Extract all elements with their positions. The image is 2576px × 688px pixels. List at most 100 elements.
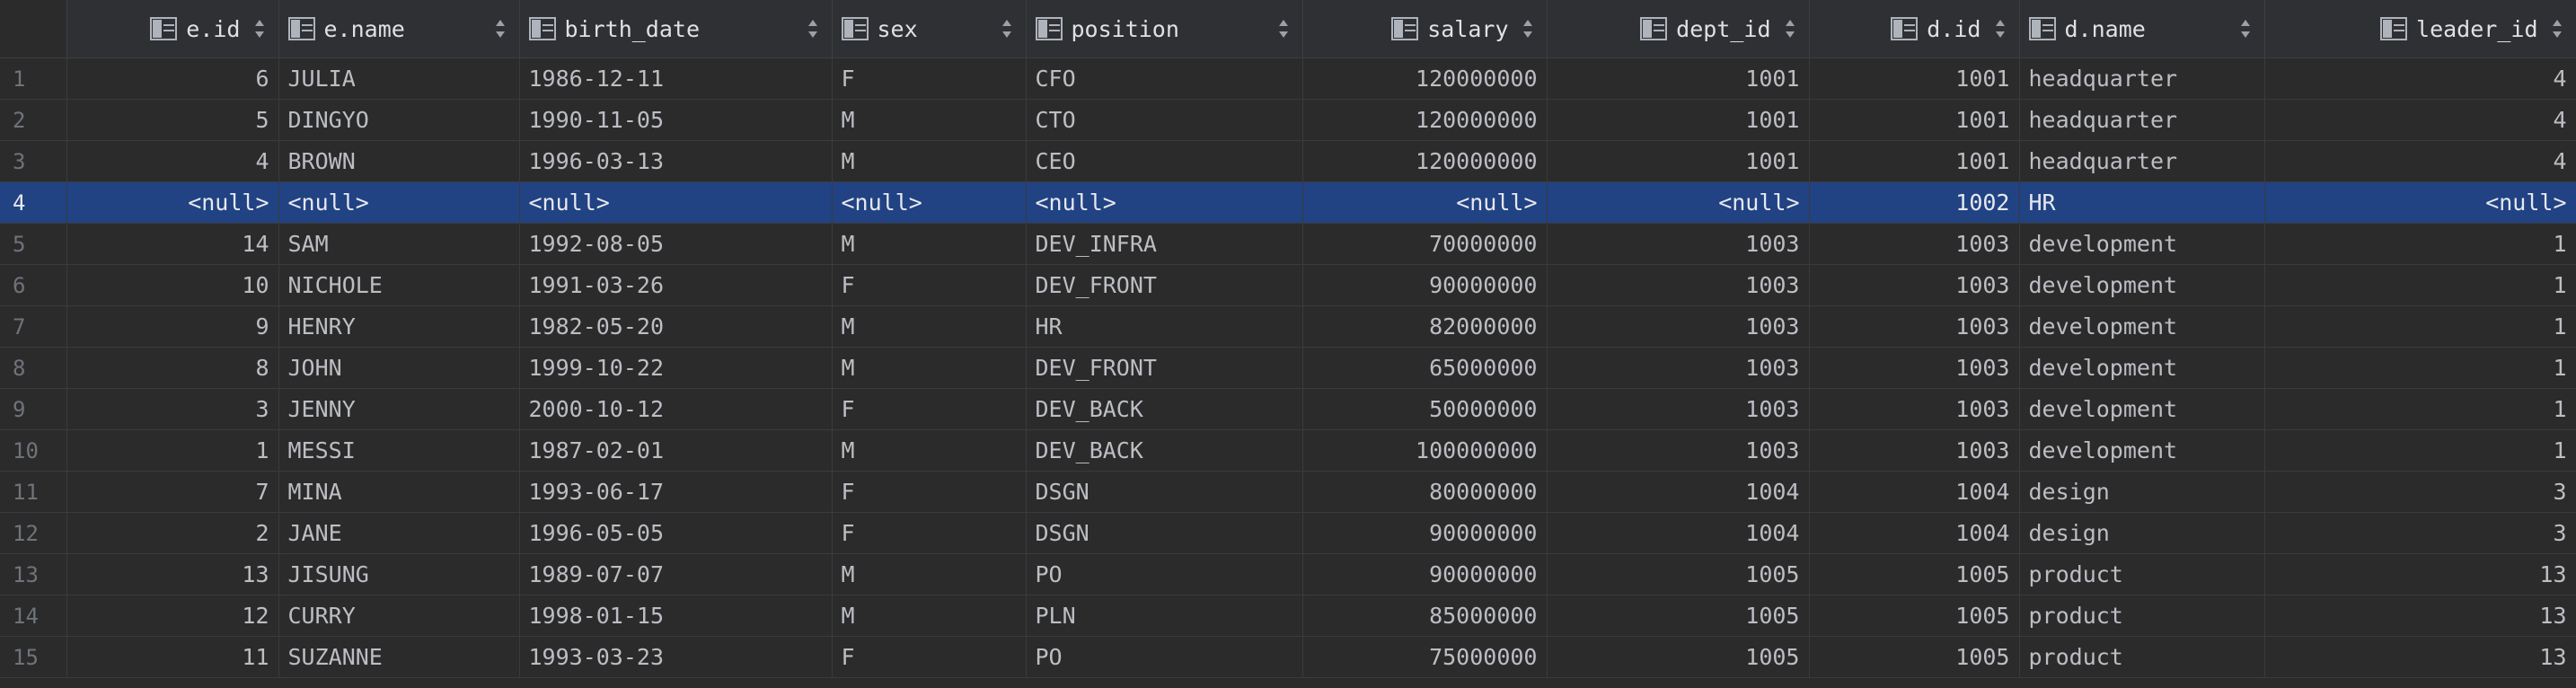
- cell-position[interactable]: DEV_BACK: [1026, 429, 1303, 472]
- cell-salary[interactable]: 75000000: [1302, 636, 1548, 678]
- table-row[interactable]: 5 14 SAM 1992-08-05 M DEV_INFRA 70000000 1003 10…: [0, 223, 2576, 265]
- cell-e-id[interactable]: 6: [66, 57, 279, 100]
- cell-birth-date[interactable]: 1999-10-22: [519, 347, 833, 389]
- cell-d-id[interactable]: 1003: [1809, 347, 2020, 389]
- cell-sex[interactable]: F: [832, 512, 1027, 554]
- cell-e-name[interactable]: HENRY: [278, 305, 520, 348]
- cell-sex[interactable]: F: [832, 636, 1027, 678]
- cell-position[interactable]: DEV_FRONT: [1026, 264, 1303, 306]
- row-number[interactable]: 12: [0, 512, 67, 554]
- sort-arrows-icon[interactable]: [1994, 18, 2007, 40]
- cell-salary[interactable]: 65000000: [1302, 347, 1548, 389]
- cell-dept-id[interactable]: <null>: [1547, 181, 1810, 224]
- cell-e-name[interactable]: JOHN: [278, 347, 520, 389]
- cell-e-id[interactable]: 13: [66, 553, 279, 595]
- cell-dept-id[interactable]: 1001: [1547, 57, 1810, 100]
- cell-position[interactable]: DEV_BACK: [1026, 388, 1303, 430]
- cell-salary[interactable]: 85000000: [1302, 595, 1548, 637]
- cell-leader-id[interactable]: 13: [2264, 595, 2576, 637]
- cell-salary[interactable]: <null>: [1302, 181, 1548, 224]
- cell-e-id[interactable]: 11: [66, 636, 279, 678]
- cell-sex[interactable]: M: [832, 140, 1027, 182]
- cell-e-name[interactable]: JANE: [278, 512, 520, 554]
- table-row[interactable]: 6 10 NICHOLE 1991-03-26 F DEV_FRONT 90000000 10…: [0, 264, 2576, 306]
- cell-d-name[interactable]: headquarter: [2019, 99, 2265, 141]
- column-header-e-id[interactable]: e.id: [66, 0, 279, 58]
- table-row[interactable]: 7 9 HENRY 1982-05-20 M HR 82000000 1003 1003 deve…: [0, 305, 2576, 348]
- cell-e-id[interactable]: 10: [66, 264, 279, 306]
- cell-sex[interactable]: F: [832, 388, 1027, 430]
- cell-salary[interactable]: 120000000: [1302, 99, 1548, 141]
- cell-birth-date[interactable]: 1996-03-13: [519, 140, 833, 182]
- cell-d-id[interactable]: 1003: [1809, 264, 2020, 306]
- table-row[interactable]: 3 4 BROWN 1996-03-13 M CEO 120000000 1001 1001 he…: [0, 140, 2576, 182]
- cell-e-id[interactable]: <null>: [66, 181, 279, 224]
- cell-salary[interactable]: 120000000: [1302, 140, 1548, 182]
- column-header-salary[interactable]: salary: [1302, 0, 1548, 58]
- cell-leader-id[interactable]: 4: [2264, 140, 2576, 182]
- cell-e-id[interactable]: 8: [66, 347, 279, 389]
- cell-d-name[interactable]: development: [2019, 264, 2265, 306]
- cell-e-name[interactable]: JULIA: [278, 57, 520, 100]
- cell-d-name[interactable]: development: [2019, 388, 2265, 430]
- cell-dept-id[interactable]: 1001: [1547, 140, 1810, 182]
- cell-leader-id[interactable]: 13: [2264, 636, 2576, 678]
- cell-birth-date[interactable]: 1982-05-20: [519, 305, 833, 348]
- table-row[interactable]: 15 11 SUZANNE 1993-03-23 F PO 75000000 1005 1005…: [0, 636, 2576, 678]
- cell-leader-id[interactable]: 1: [2264, 429, 2576, 472]
- cell-d-id[interactable]: 1005: [1809, 553, 2020, 595]
- table-row[interactable]: 12 2 JANE 1996-05-05 F DSGN 90000000 1004 1004 de…: [0, 512, 2576, 554]
- row-number[interactable]: 10: [0, 429, 67, 472]
- cell-birth-date[interactable]: 2000-10-12: [519, 388, 833, 430]
- cell-sex[interactable]: M: [832, 99, 1027, 141]
- table-row[interactable]: 2 5 DINGYO 1990-11-05 M CTO 120000000 1001 1001 h…: [0, 99, 2576, 141]
- table-row[interactable]: 11 7 MINA 1993-06-17 F DSGN 80000000 1004 1004 de…: [0, 471, 2576, 513]
- cell-position[interactable]: CEO: [1026, 140, 1303, 182]
- cell-leader-id[interactable]: <null>: [2264, 181, 2576, 224]
- cell-sex[interactable]: M: [832, 305, 1027, 348]
- cell-d-name[interactable]: product: [2019, 636, 2265, 678]
- cell-sex[interactable]: M: [832, 347, 1027, 389]
- sort-arrows-icon[interactable]: [1784, 18, 1796, 40]
- cell-sex[interactable]: F: [832, 57, 1027, 100]
- cell-d-id[interactable]: 1001: [1809, 99, 2020, 141]
- column-header-leader-id[interactable]: leader_id: [2264, 0, 2576, 58]
- sort-arrows-icon[interactable]: [807, 18, 819, 40]
- cell-e-name[interactable]: CURRY: [278, 595, 520, 637]
- cell-position[interactable]: CFO: [1026, 57, 1303, 100]
- column-header-birth-date[interactable]: birth_date: [519, 0, 833, 58]
- cell-d-name[interactable]: design: [2019, 512, 2265, 554]
- cell-d-name[interactable]: development: [2019, 223, 2265, 265]
- cell-d-name[interactable]: development: [2019, 429, 2265, 472]
- cell-e-id[interactable]: 14: [66, 223, 279, 265]
- sort-arrows-icon[interactable]: [494, 18, 507, 40]
- row-number[interactable]: 9: [0, 388, 67, 430]
- row-number[interactable]: 11: [0, 471, 67, 513]
- cell-e-id[interactable]: 2: [66, 512, 279, 554]
- table-row[interactable]: 14 12 CURRY 1998-01-15 M PLN 85000000 1005 1005 p…: [0, 595, 2576, 637]
- cell-dept-id[interactable]: 1001: [1547, 99, 1810, 141]
- cell-d-name[interactable]: product: [2019, 553, 2265, 595]
- cell-d-name[interactable]: development: [2019, 305, 2265, 348]
- row-number[interactable]: 4: [0, 181, 67, 224]
- cell-dept-id[interactable]: 1003: [1547, 264, 1810, 306]
- column-header-e-name[interactable]: e.name: [278, 0, 520, 58]
- cell-birth-date[interactable]: 1986-12-11: [519, 57, 833, 100]
- cell-e-id[interactable]: 5: [66, 99, 279, 141]
- cell-leader-id[interactable]: 3: [2264, 471, 2576, 513]
- cell-e-name[interactable]: SAM: [278, 223, 520, 265]
- cell-e-name[interactable]: DINGYO: [278, 99, 520, 141]
- cell-dept-id[interactable]: 1003: [1547, 429, 1810, 472]
- cell-sex[interactable]: M: [832, 553, 1027, 595]
- cell-d-id[interactable]: 1005: [1809, 636, 2020, 678]
- cell-birth-date[interactable]: 1991-03-26: [519, 264, 833, 306]
- cell-leader-id[interactable]: 3: [2264, 512, 2576, 554]
- cell-dept-id[interactable]: 1003: [1547, 305, 1810, 348]
- cell-dept-id[interactable]: 1004: [1547, 471, 1810, 513]
- cell-d-id[interactable]: 1003: [1809, 429, 2020, 472]
- cell-birth-date[interactable]: 1990-11-05: [519, 99, 833, 141]
- cell-d-id[interactable]: 1004: [1809, 512, 2020, 554]
- table-row[interactable]: 9 3 JENNY 2000-10-12 F DEV_BACK 50000000 1003 10…: [0, 388, 2576, 430]
- cell-e-name[interactable]: <null>: [278, 181, 520, 224]
- cell-sex[interactable]: F: [832, 264, 1027, 306]
